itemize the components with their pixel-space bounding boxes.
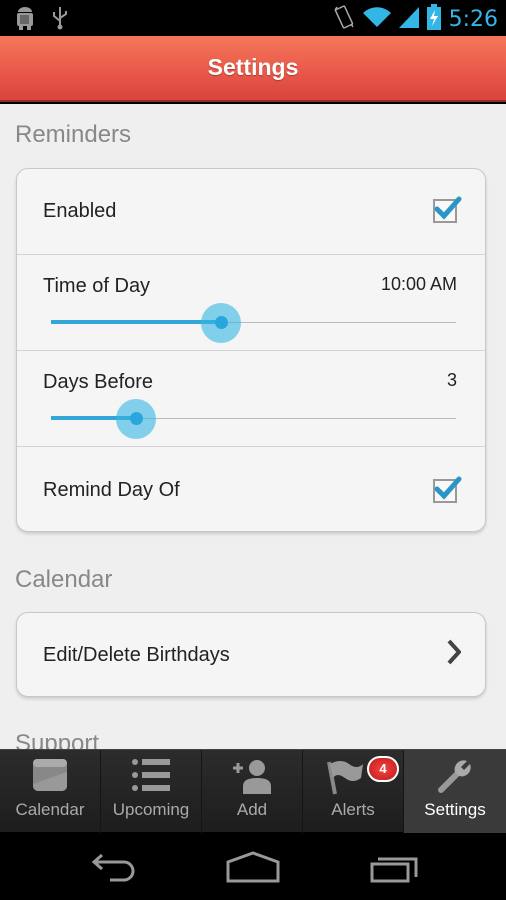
tab-label: Alerts bbox=[331, 800, 375, 819]
tab-label: Upcoming bbox=[112, 800, 190, 819]
status-bar: 5:26 bbox=[0, 0, 506, 36]
remind-day-of-checkbox[interactable] bbox=[433, 476, 462, 503]
tab-add[interactable]: Add bbox=[202, 750, 303, 833]
tab-settings[interactable]: Settings bbox=[404, 750, 506, 833]
usb-icon bbox=[52, 6, 68, 35]
time-of-day-row: Time of Day 10:00 AM bbox=[17, 255, 485, 351]
checkmark-icon bbox=[434, 476, 462, 500]
section-header-support: Support bbox=[15, 730, 100, 749]
reminders-card: Enabled Time of Day 10:00 AM Days Before… bbox=[16, 168, 486, 532]
list-icon bbox=[132, 759, 170, 791]
enabled-checkbox[interactable] bbox=[433, 196, 462, 223]
enabled-label: Enabled bbox=[43, 200, 117, 222]
tab-alerts[interactable]: 4 Alerts bbox=[303, 750, 404, 833]
slider-fill bbox=[51, 320, 222, 324]
signal-icon bbox=[398, 5, 419, 34]
action-bar: Settings bbox=[0, 36, 506, 102]
android-debug-icon bbox=[14, 6, 36, 35]
page-title: Settings bbox=[207, 54, 299, 80]
chevron-right-icon bbox=[447, 639, 461, 665]
enabled-row[interactable]: Enabled bbox=[17, 169, 485, 255]
alerts-badge: 4 bbox=[367, 756, 399, 782]
days-before-row: Days Before 3 bbox=[17, 351, 485, 447]
system-nav-bar bbox=[0, 833, 506, 900]
slider-thumb[interactable] bbox=[129, 412, 143, 425]
days-before-slider[interactable] bbox=[51, 399, 456, 439]
battery-charging-icon bbox=[426, 4, 441, 35]
days-before-value: 3 bbox=[446, 370, 457, 390]
tab-label: Calendar bbox=[15, 800, 85, 819]
checkmark-icon bbox=[434, 196, 462, 220]
flag-icon bbox=[327, 761, 363, 795]
tab-calendar[interactable]: Calendar bbox=[0, 750, 101, 833]
back-icon[interactable] bbox=[88, 851, 138, 885]
slider-thumb[interactable] bbox=[214, 316, 228, 329]
tab-label: Settings bbox=[424, 800, 486, 819]
remind-day-of-label: Remind Day Of bbox=[43, 479, 180, 501]
time-of-day-slider[interactable] bbox=[51, 303, 456, 343]
tab-label: Add bbox=[236, 800, 268, 819]
home-icon[interactable] bbox=[226, 851, 280, 885]
section-header-reminders: Reminders bbox=[15, 121, 132, 148]
time-of-day-label: Time of Day bbox=[43, 275, 151, 297]
vibrate-icon bbox=[333, 4, 355, 35]
add-person-icon bbox=[233, 760, 271, 794]
section-header-calendar: Calendar bbox=[15, 566, 113, 593]
settings-list[interactable]: Reminders Enabled Time of Day 10:00 AM D… bbox=[0, 104, 506, 749]
days-before-label: Days Before bbox=[43, 371, 154, 393]
edit-birthdays-item[interactable]: Edit/Delete Birthdays bbox=[16, 612, 486, 697]
recents-icon[interactable] bbox=[370, 851, 420, 885]
calendar-icon bbox=[33, 759, 67, 791]
tab-bar: Calendar Upcoming Add 4 Alerts Settings bbox=[0, 749, 506, 833]
remind-day-of-row[interactable]: Remind Day Of bbox=[17, 447, 485, 531]
wrench-icon bbox=[438, 760, 471, 793]
wifi-icon bbox=[362, 5, 391, 34]
time-of-day-value: 10:00 AM bbox=[380, 274, 457, 294]
clock: 5:26 bbox=[448, 7, 498, 32]
tab-upcoming[interactable]: Upcoming bbox=[101, 750, 202, 833]
edit-birthdays-label: Edit/Delete Birthdays bbox=[43, 644, 230, 666]
